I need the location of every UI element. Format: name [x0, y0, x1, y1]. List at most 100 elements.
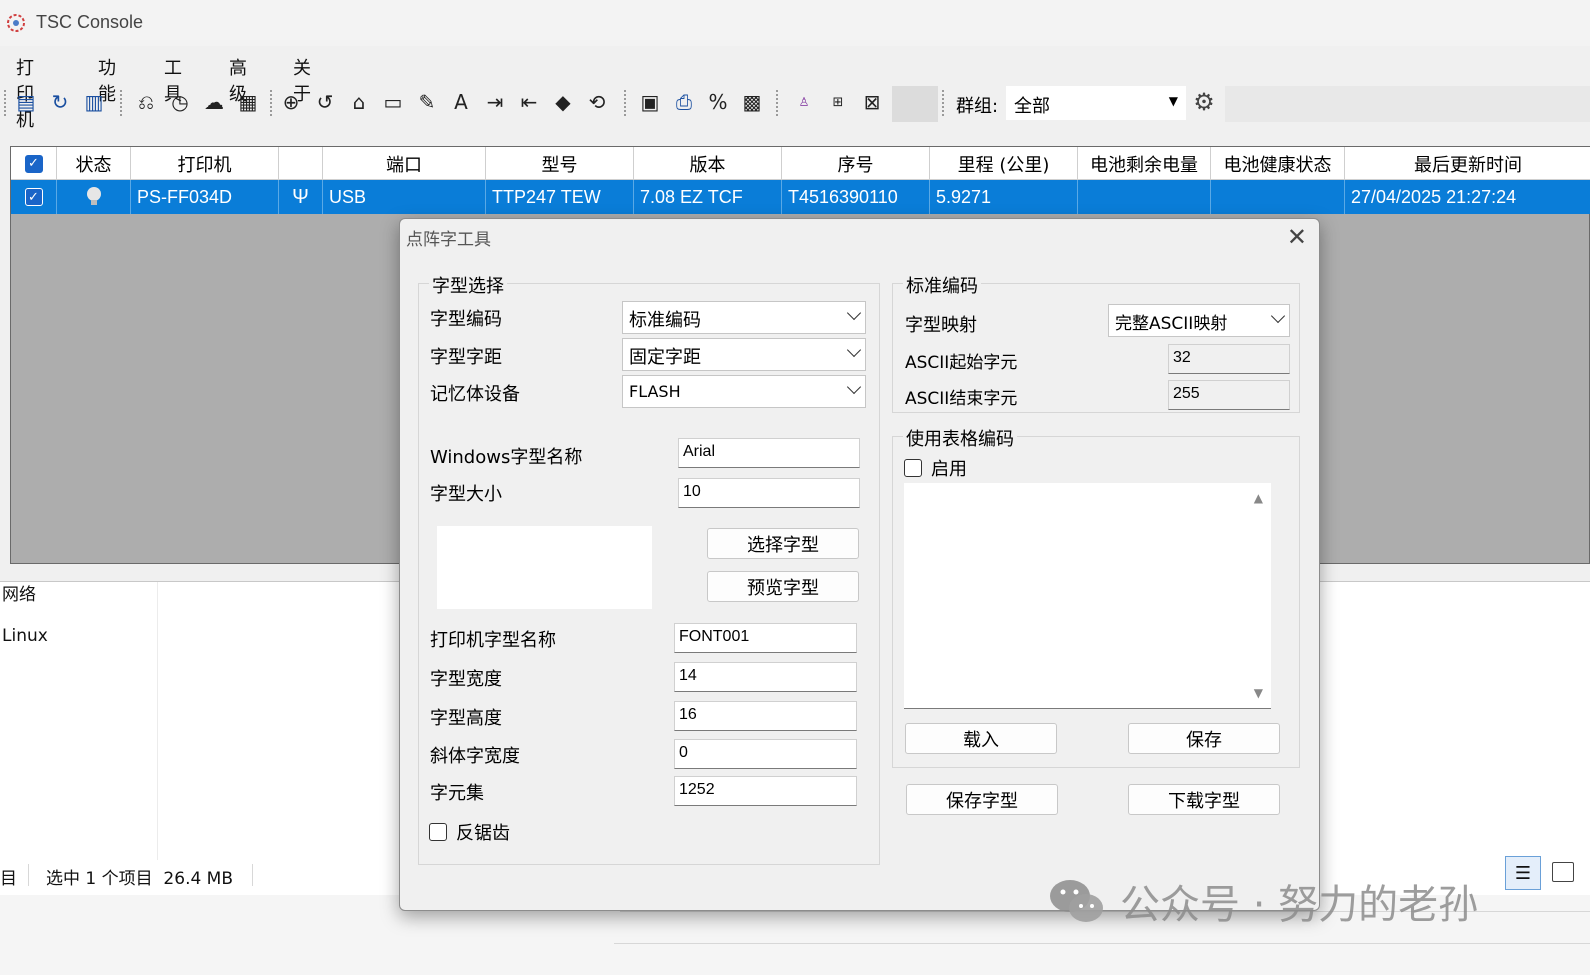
load-table-button[interactable]: 载入: [905, 723, 1057, 754]
close-icon[interactable]: ✕: [1287, 223, 1307, 251]
history-icon[interactable]: ⟲: [583, 88, 611, 116]
preview-font-button[interactable]: 预览字型: [707, 571, 859, 602]
choose-font-button[interactable]: 选择字型: [707, 528, 859, 559]
mapping-select[interactable]: 完整ASCII映射: [1108, 304, 1290, 337]
font-width-input[interactable]: 14: [674, 662, 857, 692]
charset-input[interactable]: 1252: [674, 776, 857, 806]
column-battery-health[interactable]: 电池健康状态: [1211, 147, 1345, 180]
home-icon[interactable]: ⌂: [345, 88, 373, 116]
italic-width-input[interactable]: 0: [674, 739, 857, 769]
scroll-up-icon[interactable]: ▲: [1254, 491, 1263, 505]
dialog-title: 点阵字工具: [406, 230, 491, 250]
font-preview-area: [437, 526, 652, 609]
serial-cell: T4516390110: [782, 180, 930, 214]
connection-cell: Ψ: [279, 180, 323, 214]
outdent-icon[interactable]: ⇤: [515, 88, 543, 116]
memory-icon[interactable]: ▩: [738, 88, 766, 116]
rotate-icon[interactable]: ↺: [311, 88, 339, 116]
grid-settings-icon[interactable]: ⊠: [858, 88, 886, 116]
memory-select[interactable]: FLASH: [622, 375, 866, 408]
table-row[interactable]: ✓ PS-FF034D Ψ USB TTP247 TEW 7.08 EZ TCF…: [11, 180, 1590, 214]
font-width-label: 字型宽度: [430, 669, 502, 690]
undo-config-icon[interactable]: ⎌: [132, 88, 160, 116]
toolbar-separator: [270, 90, 272, 116]
status-selected-text: 选中 1 个项目 26.4 MB: [46, 869, 234, 889]
grid-header: ✓ 状态 打印机 端口 型号 版本 序号 里程 (公里) 电池剩余电量 电池健康…: [11, 147, 1590, 180]
column-connection[interactable]: [279, 147, 323, 180]
nav-item-network[interactable]: 网络: [2, 580, 36, 605]
clock-icon[interactable]: ◷: [166, 88, 194, 116]
crosshair-icon[interactable]: ⊕: [277, 88, 305, 116]
column-port[interactable]: 端口: [323, 147, 486, 180]
row-select-cell[interactable]: ✓: [11, 180, 57, 214]
ascii-start-input[interactable]: 32: [1168, 344, 1290, 374]
model-cell: TTP247 TEW: [486, 180, 634, 214]
spacing-select[interactable]: 固定字距: [622, 338, 866, 371]
column-last-update[interactable]: 最后更新时间: [1345, 147, 1590, 180]
diamond-icon[interactable]: ◆: [549, 88, 577, 116]
toolbar-blank-area: [892, 86, 938, 122]
column-model[interactable]: 型号: [486, 147, 634, 180]
font-height-input[interactable]: 16: [674, 701, 857, 731]
version-cell: 7.08 EZ TCF: [634, 180, 782, 214]
small-figure-icon[interactable]: ♙: [790, 88, 818, 116]
last-update-cell: 27/04/2025 21:27:24: [1351, 186, 1517, 207]
percent-icon[interactable]: %: [704, 88, 732, 116]
save-font-button[interactable]: 保存字型: [906, 784, 1058, 815]
encoding-select[interactable]: 标准编码: [622, 301, 866, 334]
encoding-select-value: 标准编码: [629, 310, 701, 331]
terminal-icon[interactable]: ▣: [636, 88, 664, 116]
font-size-input[interactable]: 10: [678, 478, 860, 508]
battery-remaining-cell: [1078, 180, 1211, 214]
nav-item-linux[interactable]: Linux: [2, 626, 48, 646]
printer-font-input[interactable]: FONT001: [674, 623, 857, 653]
ab-field-icon[interactable]: ⊞: [824, 88, 852, 116]
indent-icon[interactable]: ⇥: [481, 88, 509, 116]
antialias-checkbox[interactable]: [429, 823, 447, 841]
table-encoding-list[interactable]: ▲ ▼: [904, 483, 1271, 709]
windows-font-input[interactable]: Arial: [678, 438, 860, 468]
mapping-label: 字型映射: [905, 315, 977, 336]
row-checkbox[interactable]: ✓: [24, 188, 43, 206]
font-size-label: 字型大小: [430, 484, 502, 505]
printer-icon[interactable]: ⎙: [670, 88, 698, 116]
group-select[interactable]: 全部 ▼: [1006, 86, 1186, 120]
gear-icon[interactable]: ⚙: [1190, 88, 1218, 116]
port-cell: USB: [323, 180, 486, 214]
save-table-button[interactable]: 保存: [1128, 723, 1280, 754]
memory-label: 记忆体设备: [430, 384, 520, 405]
column-version[interactable]: 版本: [634, 147, 782, 180]
details-view-icon[interactable]: ☰: [1505, 856, 1541, 890]
edit-file-icon[interactable]: ✎: [413, 88, 441, 116]
font-icon[interactable]: A: [447, 88, 475, 116]
chevron-down-icon: ▼: [1168, 94, 1178, 108]
toolbar-separator: [942, 90, 944, 116]
cloud-upload-icon[interactable]: ☁: [200, 88, 228, 116]
printer-add-icon[interactable]: ▤: [12, 88, 40, 116]
column-serial[interactable]: 序号: [782, 147, 930, 180]
column-status[interactable]: 状态: [57, 147, 131, 180]
ascii-end-input[interactable]: 255: [1168, 380, 1290, 410]
chevron-down-icon: [1270, 308, 1286, 324]
title-bar: TSC Console: [0, 0, 1590, 46]
chevron-down-icon: [846, 305, 862, 321]
calculator-icon[interactable]: ▦: [234, 88, 262, 116]
column-printer[interactable]: 打印机: [131, 147, 279, 180]
toolbar: ▤ ↻ ▥ ⎌ ◷ ☁ ▦ ⊕ ↺ ⌂ ▭ ✎ A ⇥ ⇤ ◆ ⟲ ▣ ⎙ % …: [0, 84, 1590, 122]
select-all-header[interactable]: ✓: [11, 147, 57, 180]
printer-remove-icon[interactable]: ▥: [80, 88, 108, 116]
divider: [614, 943, 1590, 944]
column-battery-remaining[interactable]: 电池剩余电量: [1078, 147, 1211, 180]
battery-health-cell: [1211, 180, 1345, 214]
document-icon[interactable]: ▭: [379, 88, 407, 116]
select-all-checkbox[interactable]: ✓: [24, 154, 43, 173]
download-font-button[interactable]: 下载字型: [1128, 784, 1280, 815]
chevron-down-icon: [846, 342, 862, 358]
tiles-view-icon[interactable]: [1552, 862, 1574, 882]
column-mileage[interactable]: 里程 (公里): [930, 147, 1078, 180]
scroll-down-icon[interactable]: ▼: [1254, 686, 1263, 700]
font-select-group-label: 字型选择: [429, 272, 507, 298]
watermark-text: 公众号 · 努力的老孙: [1120, 882, 1479, 928]
enable-table-checkbox[interactable]: [904, 459, 922, 477]
refresh-icon[interactable]: ↻: [46, 88, 74, 116]
